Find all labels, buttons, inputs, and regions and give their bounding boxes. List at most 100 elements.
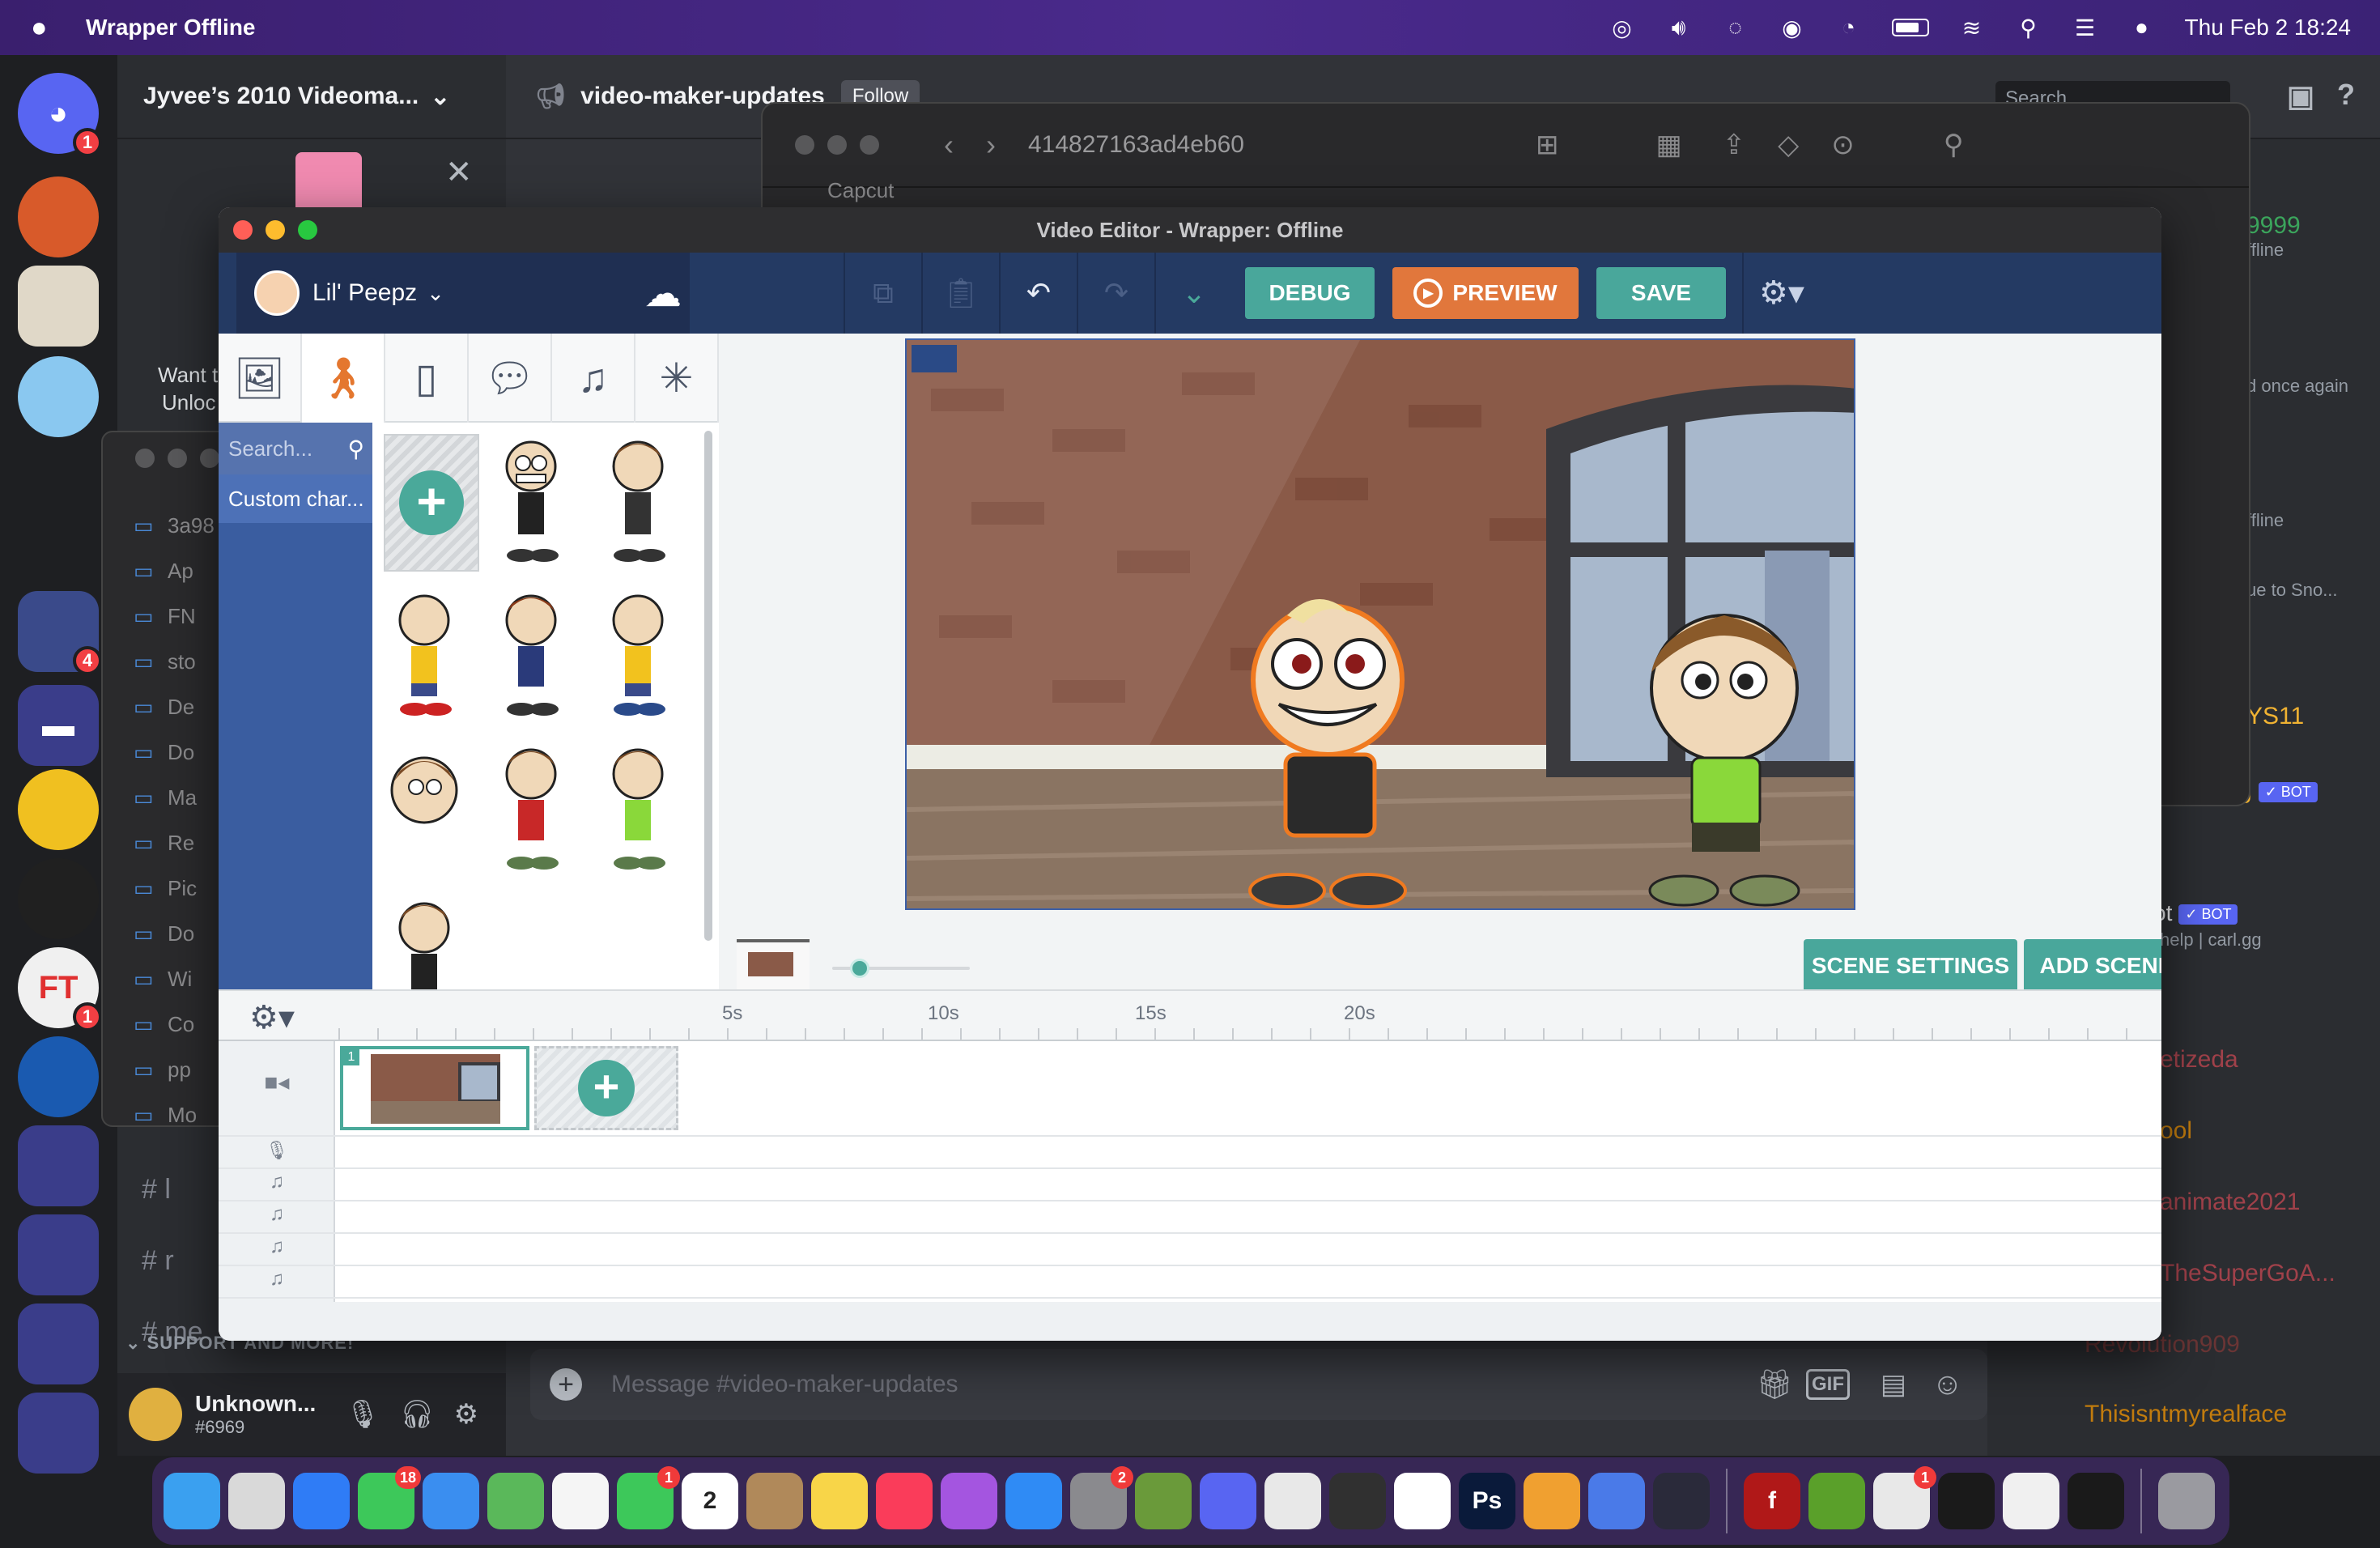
dock-app-launchpad[interactable]	[228, 1473, 285, 1529]
character-thumbnail[interactable]	[398, 902, 450, 989]
theme-selector[interactable]: Lil' Peepz ⌄ ☁	[236, 253, 690, 334]
character-thumbnail[interactable]	[612, 594, 665, 716]
scene-thumbnail-small[interactable]	[737, 939, 810, 996]
channel-item[interactable]: # l	[142, 1174, 171, 1206]
active-app-name[interactable]: Wrapper Offline	[86, 15, 256, 40]
siri-icon[interactable]: ●	[2128, 14, 2156, 41]
volume-icon[interactable]: 🔊︎	[1665, 14, 1693, 41]
member-entry[interactable]: animate2021	[2160, 1189, 2300, 1216]
close-button[interactable]	[233, 220, 253, 240]
dock-app-flash[interactable]: f	[1744, 1473, 1800, 1529]
server-icon[interactable]	[18, 769, 99, 850]
dock-app-podcasts[interactable]	[941, 1473, 997, 1529]
character-thumbnail[interactable]	[390, 756, 458, 824]
scene-stage[interactable]	[905, 338, 1855, 910]
search-icon[interactable]: ⚲	[347, 436, 364, 462]
folder-custom-characters[interactable]: Custom char...	[219, 474, 372, 523]
inbox-icon[interactable]: ▣	[2287, 79, 2314, 113]
wifi-status-icon[interactable]: ◌	[1722, 14, 1749, 41]
server-folder-icon[interactable]	[18, 1393, 99, 1474]
server-header[interactable]: Jyvee’s 2010 Videoma... ⌄	[117, 55, 506, 139]
server-icon[interactable]	[18, 266, 99, 347]
spotlight-search-icon[interactable]: ⚲	[2015, 14, 2042, 41]
dock-app-facetime[interactable]: 1	[617, 1466, 680, 1529]
search-icon[interactable]: ⚲	[1944, 129, 1964, 161]
dock-app-chrome[interactable]	[1264, 1473, 1321, 1529]
zoom-button[interactable]	[860, 135, 879, 155]
gear-icon[interactable]: ⚙	[454, 1398, 478, 1431]
finder-sidebar-item[interactable]: pp ▭	[134, 1057, 191, 1082]
dock-app-minecraft[interactable]	[1135, 1473, 1192, 1529]
forward-icon[interactable]: ›	[986, 128, 996, 162]
dock-app-maps[interactable]	[487, 1473, 544, 1529]
dock-app-chrome-canary[interactable]: 1	[1873, 1466, 1936, 1529]
server-icon[interactable]	[18, 1036, 99, 1117]
tag-icon[interactable]: ◇	[1778, 129, 1799, 161]
character-thumbnail[interactable]	[505, 440, 559, 562]
member-entry[interactable]: ffline	[2246, 240, 2284, 261]
preview-button[interactable]: ▶ PREVIEW	[1392, 267, 1579, 319]
gift-icon[interactable]: 🎁︎	[1756, 1367, 1793, 1401]
battery-icon[interactable]	[1891, 19, 1929, 36]
finder-sidebar-item[interactable]: Mo ▭	[134, 1103, 197, 1128]
timeline-gear-icon[interactable]: ⚙▾	[249, 999, 295, 1036]
dock-app-messages[interactable]: 18	[358, 1466, 421, 1529]
minimize-button[interactable]	[266, 220, 285, 240]
zoom-button[interactable]	[298, 220, 317, 240]
asset-scrollbar[interactable]	[704, 431, 712, 941]
member-entry[interactable]: ffline	[2246, 510, 2284, 531]
dock-app-safari[interactable]	[293, 1473, 350, 1529]
tab-sounds[interactable]: ♫	[552, 334, 635, 423]
finder-sidebar-item[interactable]: Ma ▭	[134, 785, 197, 810]
server-icon[interactable]	[18, 356, 99, 437]
timer-icon[interactable]: ◔	[1835, 14, 1863, 41]
member-entry[interactable]: help | carl.gg	[2160, 929, 2262, 950]
back-icon[interactable]: ‹	[944, 128, 954, 162]
minimize-button[interactable]	[168, 449, 187, 468]
undo-icon[interactable]: ↶	[999, 253, 1077, 334]
vpn-icon[interactable]: ◎	[1609, 14, 1636, 41]
dock-app-utorrent[interactable]	[1808, 1473, 1865, 1529]
dock-app-goanimate[interactable]	[1524, 1473, 1580, 1529]
member-entry[interactable]: 9999	[2246, 212, 2301, 240]
timeline-scene[interactable]: 1	[340, 1046, 529, 1130]
tab-props[interactable]: ▯	[385, 334, 469, 423]
dock-app-exec[interactable]	[2068, 1473, 2124, 1529]
server-folder-icon[interactable]	[18, 1214, 99, 1295]
dock-app-discord[interactable]	[1200, 1473, 1256, 1529]
server-folder-icon[interactable]: 4	[18, 591, 102, 675]
dock-app-mail[interactable]	[423, 1473, 479, 1529]
settings-gear-icon[interactable]: ⚙▾	[1742, 253, 1820, 334]
dock-app-photoshop[interactable]: Ps	[1459, 1473, 1515, 1529]
cloud-upload-icon[interactable]: ☁	[644, 271, 682, 315]
dock-app-contacts[interactable]	[746, 1473, 803, 1529]
zoom-slider-handle[interactable]	[849, 959, 869, 978]
dock-app-textedit[interactable]	[2003, 1473, 2059, 1529]
avatar[interactable]	[129, 1388, 182, 1441]
dock-app-terminal[interactable]	[1938, 1473, 1995, 1529]
dock-app-app-store[interactable]	[1005, 1473, 1062, 1529]
server-folder-icon[interactable]	[18, 1303, 99, 1384]
dock-app-calendar[interactable]: 2	[682, 1473, 738, 1529]
add-scene-button[interactable]: ADD SCENE	[2024, 939, 2161, 993]
server-icon[interactable]: FT 1	[18, 947, 102, 1031]
member-entry[interactable]: YS11	[2246, 703, 2304, 730]
stage-character-boy[interactable]	[1627, 583, 1821, 910]
camera-icon[interactable]	[912, 345, 957, 372]
character-thumbnail[interactable]	[505, 748, 559, 870]
finder-sidebar-item[interactable]: Pic ▭	[134, 876, 197, 901]
member-entry[interactable]: ot ✓ BOT	[2153, 900, 2238, 926]
microphone-icon[interactable]: 🎙︎	[345, 1398, 380, 1431]
group-icon[interactable]: ▦	[1655, 129, 1681, 161]
server-folder-icon[interactable]	[18, 1125, 99, 1206]
finder-sidebar-item[interactable]: 3a98 ▭	[134, 513, 215, 538]
folder-icon[interactable]: ▬	[18, 685, 99, 766]
sticker-icon[interactable]: ▤	[1881, 1368, 1906, 1401]
apple-menu-icon[interactable]: ●	[31, 12, 63, 44]
finder-sidebar-item[interactable]: De ▭	[134, 695, 194, 720]
tab-backgrounds[interactable]: 🖼︎	[219, 334, 302, 423]
save-button[interactable]: SAVE	[1596, 267, 1726, 319]
chevron-down-icon[interactable]: ⌄	[1154, 253, 1232, 334]
redo-icon[interactable]: ↷	[1077, 253, 1154, 334]
asset-search-input[interactable]: Search... ⚲	[219, 423, 372, 474]
